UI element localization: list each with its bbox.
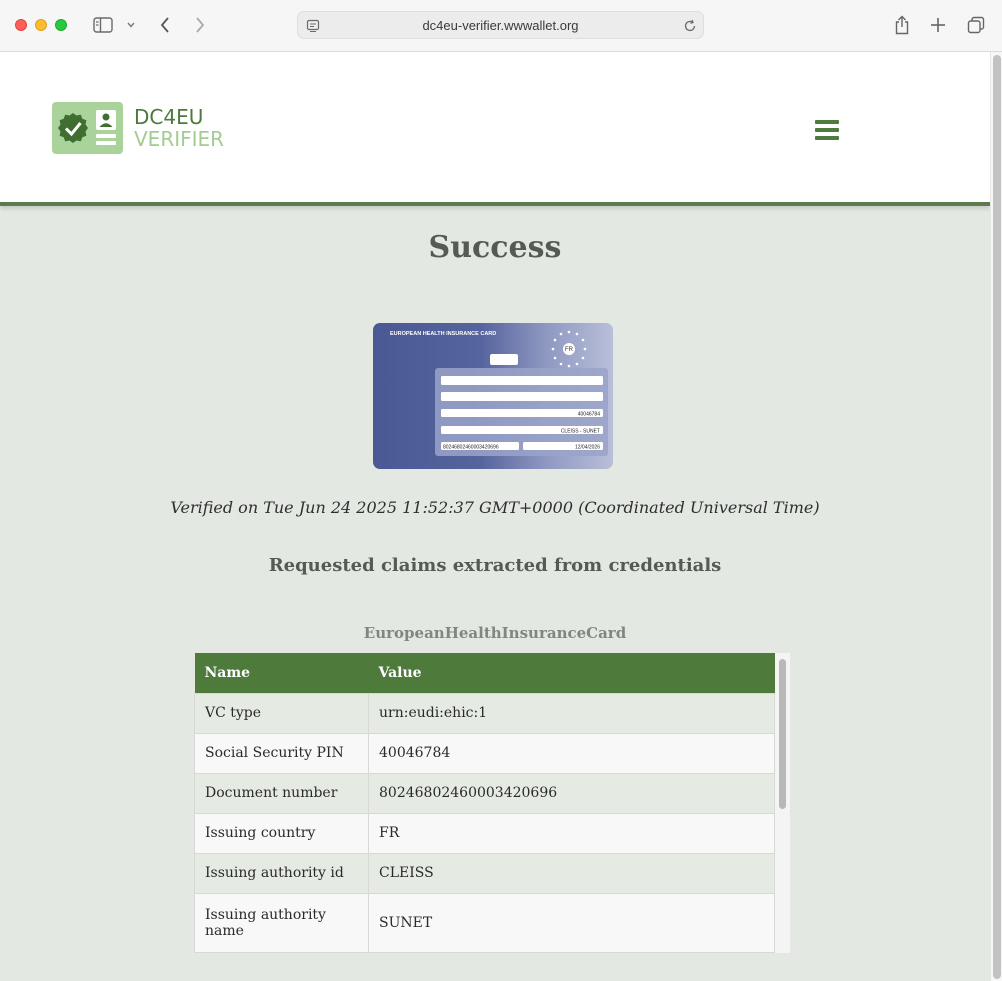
card-institution: CLEISS - SUNET <box>561 428 600 434</box>
id-card-icon <box>52 102 123 154</box>
table-row: VC type urn:eudi:ehic:1 <box>194 692 775 734</box>
table-row: Issuing country FR <box>194 812 775 854</box>
claim-value: CLEISS <box>368 852 775 894</box>
table-scrollbar-thumb[interactable] <box>779 659 786 809</box>
new-tab-icon[interactable] <box>929 13 947 37</box>
card-ssn: 40046784 <box>578 411 600 417</box>
claim-name: Social Security PIN <box>194 732 369 774</box>
logo-title: DC4EU <box>134 105 204 129</box>
claim-value: 80246802460003420696 <box>368 772 775 814</box>
claim-name: Issuing authority name <box>194 892 369 953</box>
claim-value: 40046784 <box>368 732 775 774</box>
minimize-window-button[interactable] <box>35 19 47 31</box>
logo-subtitle: VERIFIER <box>134 127 225 151</box>
column-header-value: Value <box>368 653 775 693</box>
table-row: Document number 80246802460003420696 <box>194 772 775 814</box>
hamburger-menu-icon[interactable] <box>815 120 839 140</box>
claims-table-container[interactable]: Name Value VC type urn:eudi:ehic:1 Socia… <box>194 653 790 953</box>
credential-type-heading: EuropeanHealthInsuranceCard <box>363 624 627 642</box>
table-header-row: Name Value <box>194 653 775 693</box>
credential-card-image: EUROPEAN HEALTH INSURANCE CARD FR 400467… <box>373 323 613 469</box>
url-text: dc4eu-verifier.wwwallet.org <box>422 18 579 33</box>
browser-toolbar: dc4eu-verifier.wwwallet.org <box>0 0 1002 52</box>
card-doc-number: 80246802460003420696 <box>443 444 499 450</box>
page-scrollbar[interactable] <box>990 52 1002 981</box>
page-title: Success <box>428 230 562 265</box>
chevron-down-icon[interactable] <box>125 13 137 37</box>
claim-value: FR <box>368 812 775 854</box>
card-expiry: 12/04/2026 <box>575 444 600 450</box>
claims-table: Name Value VC type urn:eudi:ehic:1 Socia… <box>194 653 775 953</box>
verified-timestamp: Verified on Tue Jun 24 2025 11:52:37 GMT… <box>170 498 820 517</box>
card-country: FR <box>565 347 574 353</box>
back-icon[interactable] <box>155 13 175 37</box>
claims-heading: Requested claims extracted from credenti… <box>268 555 722 576</box>
site-logo[interactable]: DC4EU VERIFIER <box>52 102 224 154</box>
table-row: Social Security PIN 40046784 <box>194 732 775 774</box>
site-header: DC4EU VERIFIER <box>0 52 990 206</box>
card-heading: EUROPEAN HEALTH INSURANCE CARD <box>390 331 496 337</box>
claim-name: Document number <box>194 772 369 814</box>
share-icon[interactable] <box>892 13 912 37</box>
forward-icon[interactable] <box>190 13 210 37</box>
address-bar[interactable]: dc4eu-verifier.wwwallet.org <box>297 11 704 39</box>
reload-icon[interactable] <box>683 18 697 37</box>
claim-name: VC type <box>194 692 369 734</box>
claim-value: SUNET <box>368 892 775 953</box>
table-scrollbar[interactable] <box>775 653 790 953</box>
close-window-button[interactable] <box>15 19 27 31</box>
claim-name: Issuing authority id <box>194 852 369 894</box>
tabs-overview-icon[interactable] <box>966 13 986 37</box>
column-header-name: Name <box>194 653 369 693</box>
claim-name: Issuing country <box>194 812 369 854</box>
zoom-window-button[interactable] <box>55 19 67 31</box>
page-content: DC4EU VERIFIER Success EUROPEAN HEALTH I… <box>0 52 990 981</box>
table-row: Issuing authority name SUNET <box>194 892 775 953</box>
sidebar-icon[interactable] <box>92 13 114 37</box>
claim-value: urn:eudi:ehic:1 <box>368 692 775 734</box>
table-row: Issuing authority id CLEISS <box>194 852 775 894</box>
page-scrollbar-thumb[interactable] <box>993 55 1001 979</box>
